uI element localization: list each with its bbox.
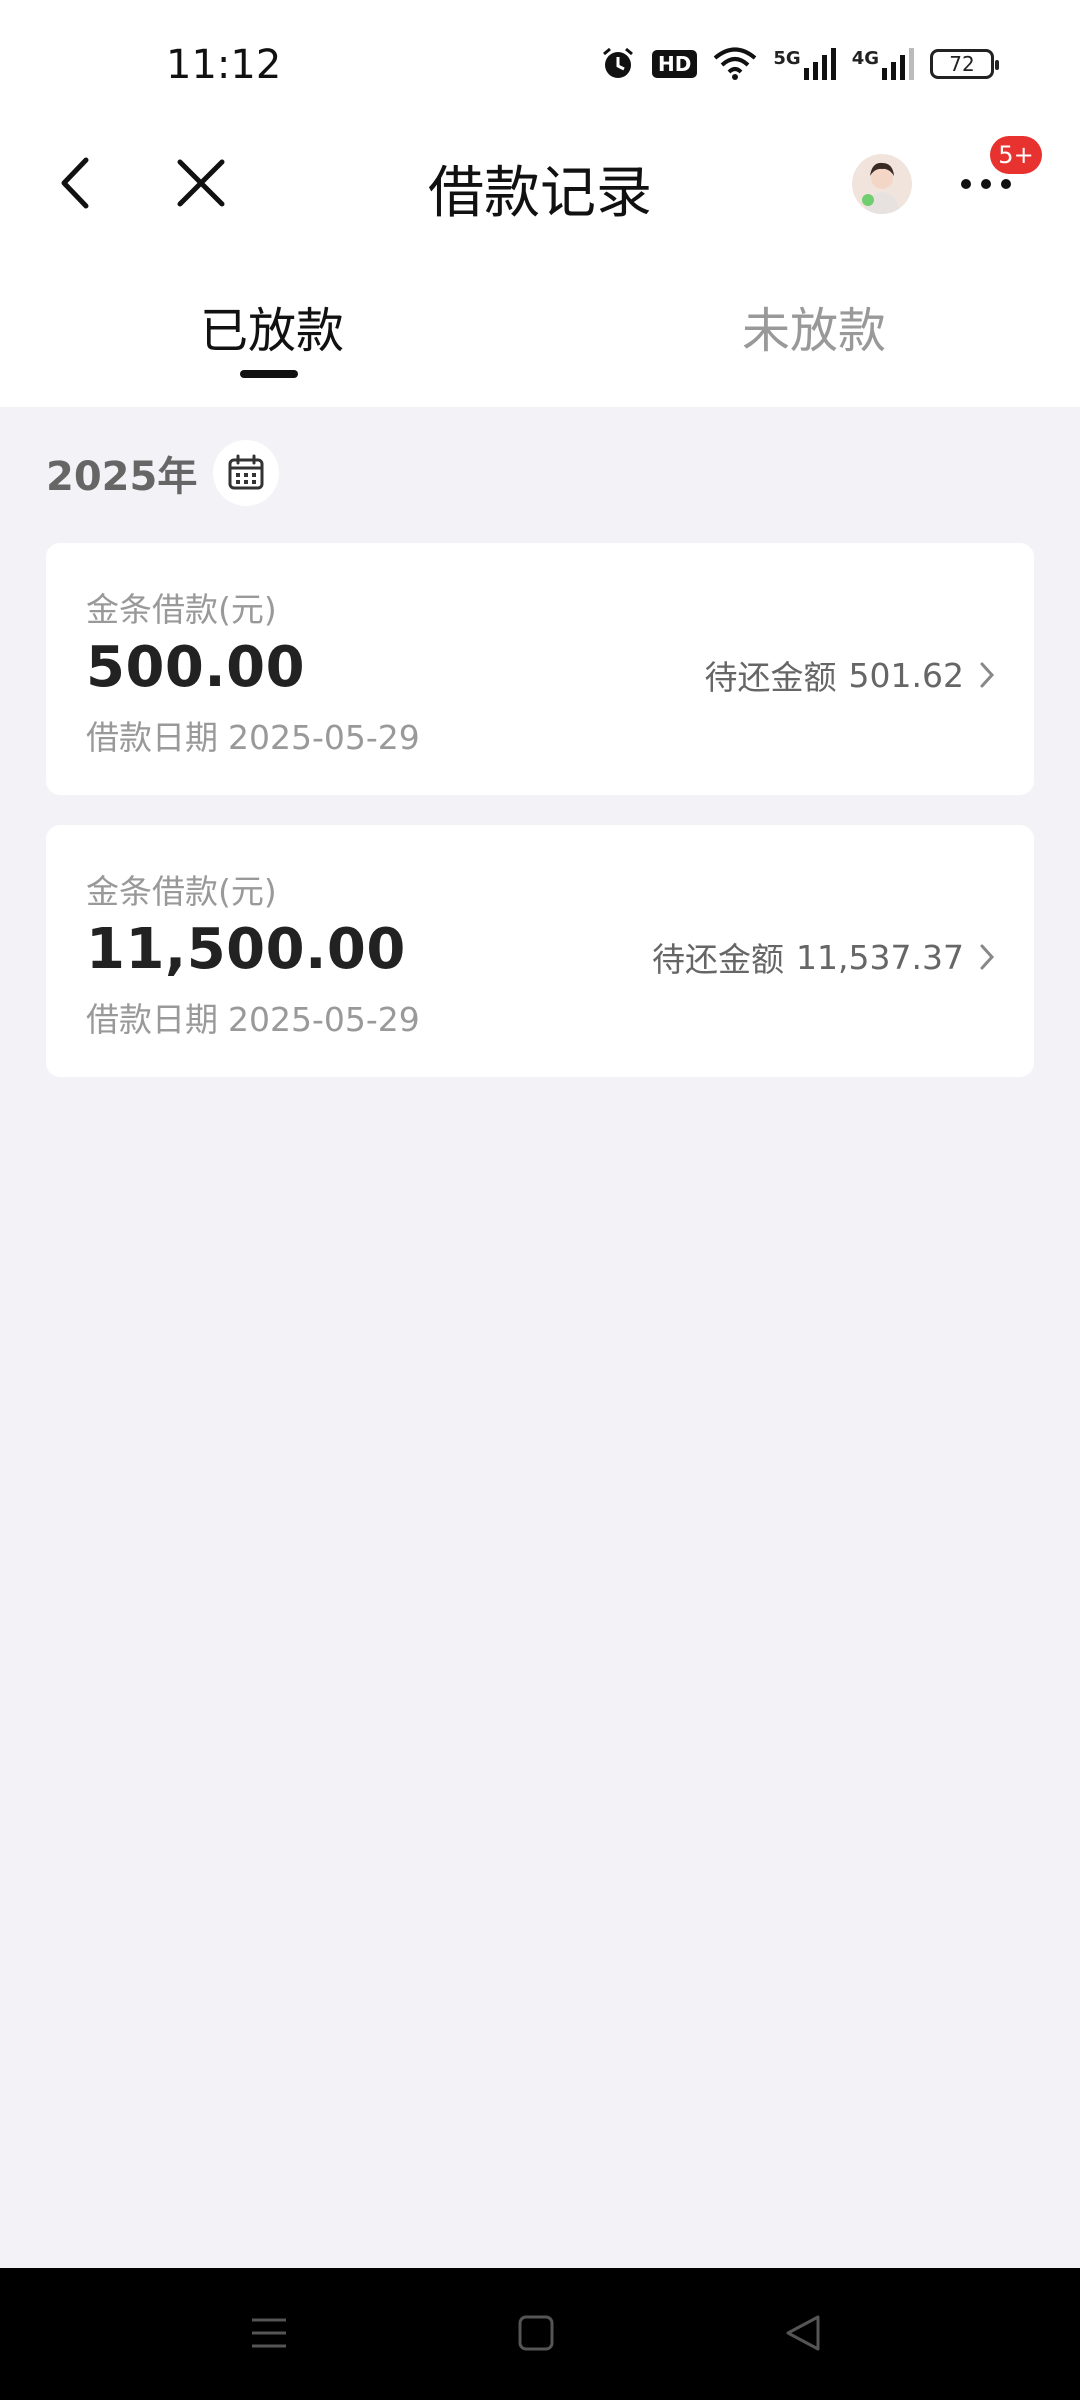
system-back-button[interactable] <box>782 2312 824 2358</box>
tab-disbursed[interactable]: 已放款 <box>200 291 344 361</box>
loan-date-label: 借款日期 <box>86 718 218 757</box>
loan-card[interactable]: 金条借款(元) 500.00 借款日期 2025-05-29 待还金额 501.6… <box>46 543 1034 795</box>
status-bar: 11:12 HD 5G 4G 72 <box>0 0 1080 130</box>
page-title: 借款记录 <box>428 161 652 226</box>
notification-badge: 5+ <box>990 136 1042 174</box>
tab-bar: 已放款 未放款 <box>0 275 1080 385</box>
due-amount: 501.62 <box>848 655 964 695</box>
close-button[interactable] <box>168 150 234 216</box>
due-amount: 11,537.37 <box>796 937 964 977</box>
home-icon <box>518 2315 554 2351</box>
loan-type-label: 金条借款(元) <box>86 590 277 629</box>
nav-bar: 借款记录 5+ <box>0 130 1080 240</box>
loan-date: 借款日期 2025-05-29 <box>86 993 420 1041</box>
home-button[interactable] <box>515 2312 557 2358</box>
chevron-right-icon <box>980 662 995 688</box>
menu-button[interactable] <box>248 2312 290 2358</box>
due-label: 待还金额 <box>704 658 837 697</box>
loan-type-label: 金条借款(元) <box>86 872 277 911</box>
signal-4g-label: 4G <box>851 48 879 69</box>
loan-date-label: 借款日期 <box>86 1000 218 1039</box>
wifi-icon <box>713 47 757 81</box>
repayment-due[interactable]: 待还金额 501.62 <box>705 651 996 699</box>
loan-date: 借款日期 2025-05-29 <box>86 711 420 759</box>
status-icons: HD 5G 4G 72 <box>600 46 999 82</box>
signal-5g-icon: 5G <box>773 48 836 80</box>
avatar[interactable] <box>852 154 912 214</box>
alarm-icon <box>600 46 636 82</box>
battery-level: 72 <box>949 52 975 76</box>
status-time: 11:12 <box>166 42 282 88</box>
back-triangle-icon <box>786 2315 820 2351</box>
chevron-right-icon <box>980 944 995 970</box>
loan-date-value: 2025-05-29 <box>228 718 420 757</box>
loan-date-value: 2025-05-29 <box>228 1000 420 1039</box>
loan-card[interactable]: 金条借款(元) 11,500.00 借款日期 2025-05-29 待还金额 11… <box>46 825 1034 1077</box>
battery-icon: 72 <box>930 49 999 79</box>
year-filter: 2025年 <box>46 440 280 506</box>
back-icon <box>61 157 89 209</box>
repayment-due[interactable]: 待还金额 11,537.37 <box>652 933 996 981</box>
calendar-button[interactable] <box>213 440 280 506</box>
loan-amount: 500.00 <box>86 635 306 700</box>
year-label: 2025年 <box>46 454 198 500</box>
tab-not-disbursed[interactable]: 未放款 <box>742 291 886 361</box>
back-button[interactable] <box>48 148 108 218</box>
top-panel: 11:12 HD 5G 4G 72 借款记录 5+ 已放款 未放款 <box>0 0 1080 407</box>
signal-5g-label: 5G <box>773 48 801 69</box>
close-icon <box>177 159 225 207</box>
calendar-icon <box>228 454 264 490</box>
signal-4g-icon: 4G <box>852 48 914 80</box>
hd-icon: HD <box>652 50 698 78</box>
tab-active-indicator <box>240 370 298 378</box>
loan-amount: 11,500.00 <box>86 917 406 982</box>
system-navigation-bar <box>0 2268 1080 2400</box>
menu-icon <box>252 2318 286 2348</box>
due-label: 待还金额 <box>652 940 785 979</box>
